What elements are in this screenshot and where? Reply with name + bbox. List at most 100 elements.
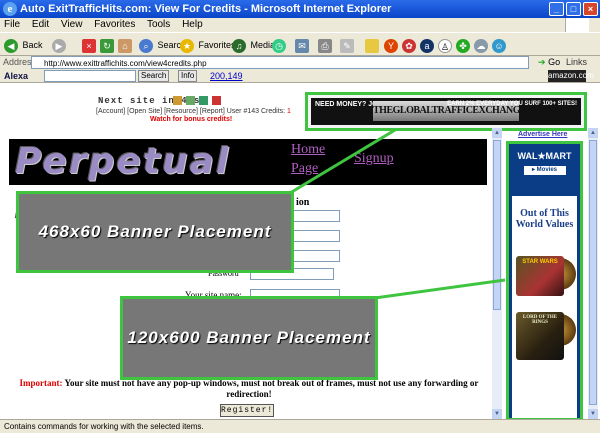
back-button[interactable]: ◀ Back: [4, 36, 43, 54]
links-button[interactable]: Links: [566, 56, 587, 69]
amazon-button[interactable]: amazon.com: [548, 70, 594, 82]
advertise-here-link[interactable]: Advertise Here: [518, 131, 567, 138]
back-arrow-icon: ◀: [4, 38, 18, 53]
folder-icon: [365, 38, 379, 53]
media-button[interactable]: ♫ Media: [232, 36, 275, 54]
home-icon: ⌂: [118, 38, 132, 53]
window-title: Auto ExitTrafficHits.com: View For Credi…: [20, 3, 392, 15]
account-line: [Account] [Open Site] [Resource] [Report…: [96, 108, 291, 115]
inner-scroll-thumb[interactable]: [493, 140, 501, 310]
minimize-button[interactable]: _: [549, 2, 564, 16]
media-icon: ♫: [232, 38, 246, 53]
alexa-rank-link[interactable]: 200,149: [210, 69, 243, 83]
go-button[interactable]: ➔ Go: [538, 56, 560, 69]
ie-logo-icon: e: [3, 2, 17, 16]
star-icon: ★: [180, 38, 194, 53]
forward-button[interactable]: ▶: [52, 36, 68, 54]
form-title: ion: [296, 197, 310, 208]
close-button[interactable]: ×: [583, 2, 598, 16]
home-link[interactable]: Home: [291, 142, 325, 158]
menu-help[interactable]: Help: [182, 19, 203, 30]
history-button[interactable]: ◷: [272, 36, 288, 54]
movies-button[interactable]: ▸ Movies: [523, 166, 566, 175]
side-ad-headline: Out of This World Values: [515, 208, 574, 230]
menu-edit[interactable]: Edit: [32, 19, 49, 30]
credit-count: 1: [287, 108, 291, 115]
edit-button[interactable]: ✎: [340, 36, 356, 54]
alexa-toolbar: Alexa Search Info 200,149 amazon.com: [0, 69, 600, 83]
side-ad-body: Out of This World Values STAR WARS LORD …: [512, 196, 577, 418]
addon-button-1[interactable]: Y: [384, 36, 400, 54]
outer-scroll-down-icon[interactable]: ▼: [588, 409, 598, 419]
outer-scroll-thumb[interactable]: [589, 140, 597, 405]
top-banner-image: NEED MONEY? JOIN NOW! THEGLOBALTRAFFICEX…: [311, 98, 581, 125]
addon-button-2[interactable]: ✿: [402, 36, 418, 54]
toolbar: ◀ Back ▶ × ↻ ⌂ ⌕ Search ★ Favorites ♫ Me…: [0, 32, 600, 56]
star-wars-dvd: STAR WARS: [516, 256, 564, 296]
edit-icon: ✎: [340, 38, 354, 53]
bonus-notice: Watch for bonus credits!: [150, 116, 233, 123]
addon-button-4[interactable]: ♙: [438, 36, 454, 54]
register-button[interactable]: Register!: [220, 404, 274, 417]
alexa-search-input[interactable]: [44, 70, 136, 82]
addon-button-3[interactable]: a: [420, 36, 436, 54]
addon-button-5[interactable]: ✤: [456, 36, 472, 54]
nav-icon-3[interactable]: [199, 96, 209, 105]
walmart-header: WAL★MART ▸ Movies: [512, 147, 577, 195]
url-text: http://www.exittraffichits.com/view4cred…: [44, 59, 207, 68]
menu-file[interactable]: File: [4, 19, 20, 30]
person-icon: ♙: [438, 38, 452, 53]
important-text: Your site must not have any pop-up windo…: [64, 378, 479, 399]
addon-button-7[interactable]: ☺: [492, 36, 508, 54]
outer-scroll-up-icon[interactable]: ▲: [588, 128, 598, 138]
alexa-search-button[interactable]: Search: [138, 70, 170, 82]
print-button[interactable]: ⎙: [318, 36, 334, 54]
stop-button[interactable]: ×: [82, 36, 98, 54]
outer-scrollbar[interactable]: ▲ ▼: [588, 128, 598, 419]
ladybug-icon: ✿: [402, 38, 416, 53]
refresh-button[interactable]: ↻: [100, 36, 116, 54]
dvd1-title: STAR WARS: [522, 259, 558, 265]
nav-icon-2[interactable]: [186, 96, 196, 105]
top-banner-ad[interactable]: NEED MONEY? JOIN NOW! THEGLOBALTRAFFICEX…: [305, 92, 587, 131]
menu-favorites[interactable]: Favorites: [94, 19, 135, 30]
stop-icon: ×: [82, 38, 96, 53]
history-icon: ◷: [272, 38, 286, 53]
nav-icon-4[interactable]: [212, 96, 222, 105]
lotr-dvd: LORD OF THE RINGS: [516, 312, 564, 360]
address-input[interactable]: http://www.exittraffichits.com/view4cred…: [31, 56, 529, 69]
favorites-label: Favorites: [198, 40, 236, 50]
addon-button-6[interactable]: ☁: [474, 36, 490, 54]
chat-icon: ☁: [474, 38, 488, 53]
mail-button[interactable]: ✉: [295, 36, 311, 54]
nav-icon-1[interactable]: [173, 96, 182, 105]
menu-tools[interactable]: Tools: [147, 19, 170, 30]
address-bar: Address http://www.exittraffichits.com/v…: [0, 56, 600, 69]
alexa-info-button[interactable]: Info: [178, 70, 198, 82]
folder-button[interactable]: [365, 36, 381, 54]
a-icon: a: [420, 38, 434, 53]
forward-arrow-icon: ▶: [52, 38, 66, 53]
y-icon: Y: [384, 38, 398, 53]
side-banner-ad[interactable]: WAL★MART ▸ Movies Out of This World Valu…: [506, 141, 583, 419]
favorites-button[interactable]: ★ Favorites: [180, 36, 236, 54]
refresh-icon: ↻: [100, 38, 114, 53]
windows-logo-icon: [565, 18, 589, 32]
site-logo: Perpetual Hits: [9, 139, 287, 228]
inner-scrollbar[interactable]: ▲ ▼: [492, 128, 502, 419]
search-icon: ⌕: [139, 38, 153, 53]
users-icon: ☺: [492, 38, 506, 53]
inner-scroll-up-icon[interactable]: ▲: [492, 128, 502, 138]
home-button[interactable]: ⌂: [118, 36, 134, 54]
print-icon: ⎙: [318, 38, 332, 53]
search-button[interactable]: ⌕ Search: [139, 36, 186, 54]
maximize-button[interactable]: □: [566, 2, 581, 16]
menu-view[interactable]: View: [61, 19, 83, 30]
status-bar: Contains commands for working with the s…: [0, 419, 600, 433]
page-link[interactable]: Page: [291, 161, 318, 177]
alexa-logo: Alexa: [4, 71, 29, 81]
signup-link[interactable]: Signup: [354, 151, 394, 167]
account-links[interactable]: [Account] [Open Site] [Resource] [Report…: [96, 108, 285, 115]
inner-scroll-down-icon[interactable]: ▼: [492, 409, 502, 419]
walmart-logo: WAL★MART: [517, 151, 572, 161]
